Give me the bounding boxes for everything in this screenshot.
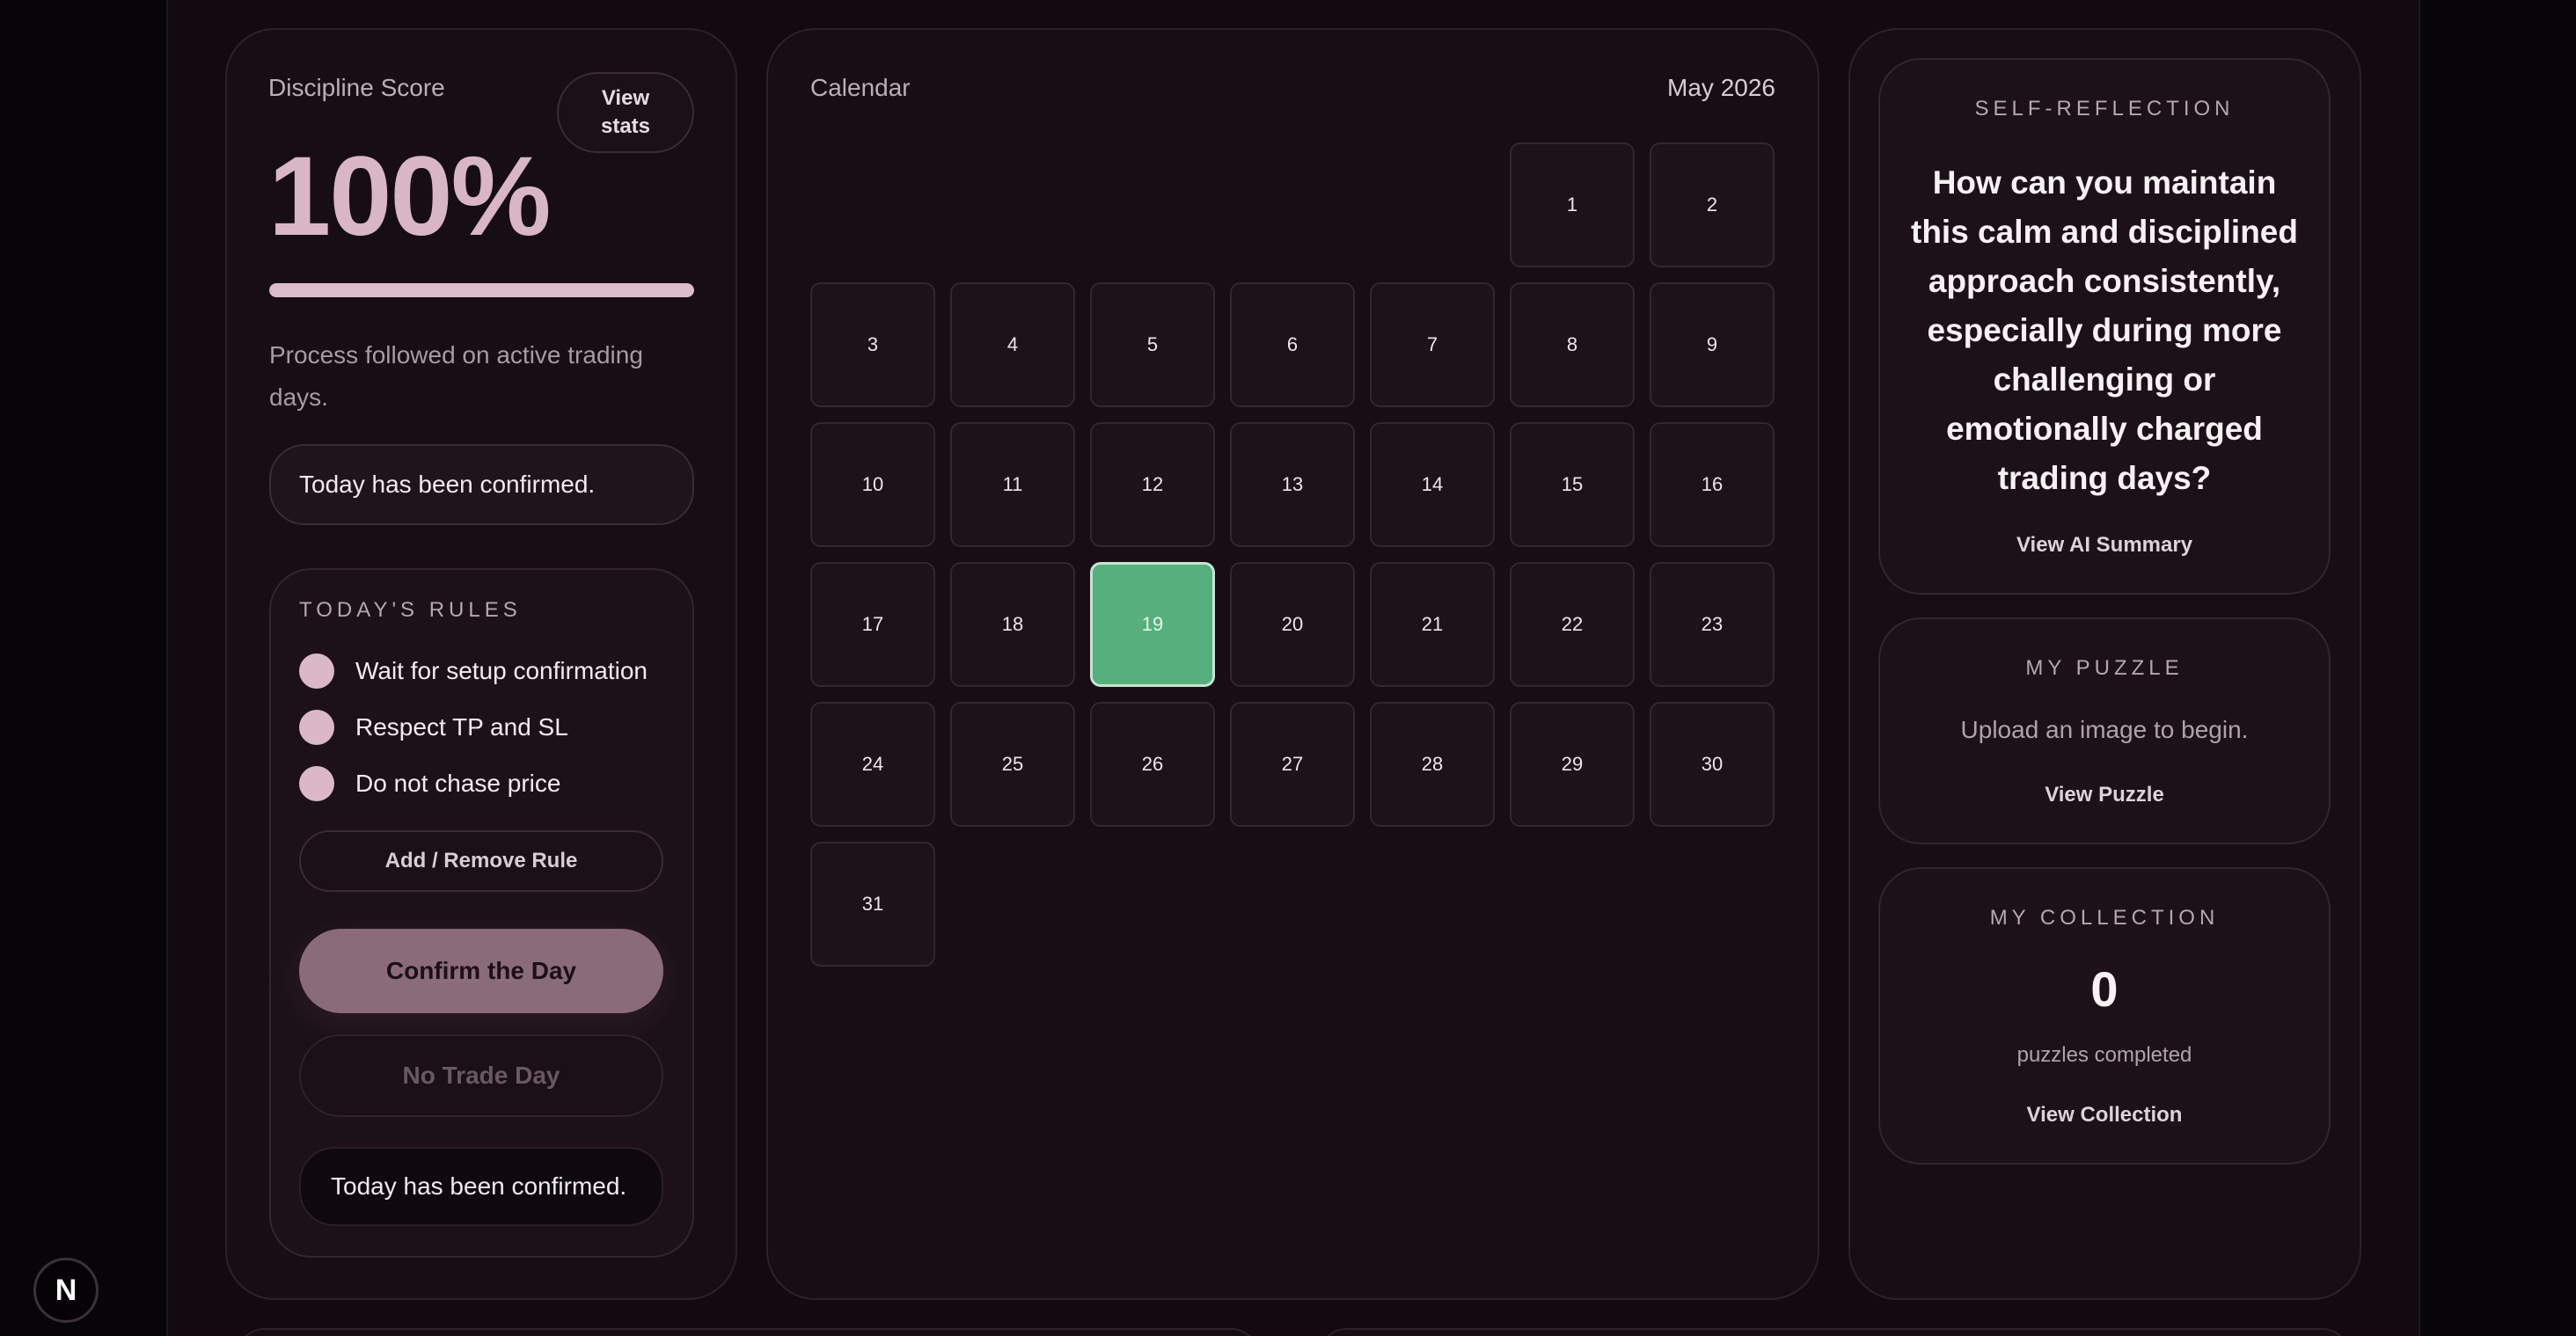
- rule-label: Respect TP and SL: [355, 713, 568, 741]
- calendar-day-today[interactable]: 19: [1090, 562, 1215, 687]
- calendar-day[interactable]: 8: [1510, 282, 1635, 407]
- calendar-day[interactable]: 12: [1090, 422, 1215, 547]
- rules-status-box: Today has been confirmed.: [299, 1147, 663, 1226]
- my-puzzle-title: MY PUZZLE: [2025, 656, 2184, 680]
- view-stats-button[interactable]: View stats: [557, 72, 694, 153]
- view-collection-link[interactable]: View Collection: [1878, 1103, 2331, 1128]
- calendar-day[interactable]: 30: [1650, 702, 1775, 827]
- calendar-day[interactable]: 7: [1370, 282, 1495, 407]
- process-description: Process followed on active trading days.: [269, 341, 643, 411]
- view-stats-label: View stats: [600, 86, 651, 138]
- calendar-day[interactable]: 4: [950, 282, 1075, 407]
- collection-count-label: puzzles completed: [2016, 1043, 2192, 1067]
- calendar-day[interactable]: 2: [1650, 142, 1775, 267]
- discipline-progress-bar: [269, 283, 694, 297]
- confirm-day-button[interactable]: Confirm the Day: [299, 929, 663, 1013]
- puzzle-upload-message: Upload an image to begin.: [1960, 716, 2249, 743]
- todays-rules-title: TODAY'S RULES: [299, 598, 522, 622]
- calendar-day[interactable]: 26: [1090, 702, 1215, 827]
- rule-item[interactable]: Respect TP and SL: [299, 710, 568, 745]
- add-remove-rule-button[interactable]: Add / Remove Rule: [299, 830, 663, 892]
- calendar-day[interactable]: 21: [1370, 562, 1495, 687]
- calendar-day[interactable]: 16: [1650, 422, 1775, 547]
- my-collection-title: MY COLLECTION: [1989, 906, 2220, 930]
- confirmed-status-box: Today has been confirmed.: [269, 444, 694, 525]
- calendar-day[interactable]: 29: [1510, 702, 1635, 827]
- view-ai-summary-link[interactable]: View AI Summary: [1878, 533, 2331, 558]
- rule-label: Wait for setup confirmation: [355, 657, 648, 684]
- confirmed-status-text: Today has been confirmed.: [299, 471, 596, 498]
- calendar-day[interactable]: 17: [810, 562, 935, 687]
- calendar-day[interactable]: 23: [1650, 562, 1775, 687]
- calendar-day[interactable]: 27: [1230, 702, 1355, 827]
- calendar-day[interactable]: 14: [1370, 422, 1495, 547]
- discipline-score-value: 100%: [268, 134, 551, 259]
- calendar-month: May 2026: [1667, 74, 1775, 101]
- discipline-score-title: Discipline Score: [268, 74, 445, 101]
- reflection-question: How can you maintain this calm and disci…: [1911, 164, 2298, 496]
- calendar-day[interactable]: 6: [1230, 282, 1355, 407]
- calendar-day[interactable]: 15: [1510, 422, 1635, 547]
- calendar-day[interactable]: 9: [1650, 282, 1775, 407]
- rules-status-text: Today has been confirmed.: [331, 1172, 627, 1200]
- calendar-day[interactable]: 3: [810, 282, 935, 407]
- collection-count: 0: [2090, 961, 2119, 1017]
- calendar-day[interactable]: 5: [1090, 282, 1215, 407]
- calendar-day[interactable]: 1: [1510, 142, 1635, 267]
- bottom-card-left: [238, 1328, 1258, 1336]
- self-reflection-title: SELF-REFLECTION: [1974, 97, 2235, 120]
- calendar-title: Calendar: [810, 74, 911, 101]
- calendar-day[interactable]: 18: [950, 562, 1075, 687]
- calendar-day[interactable]: 24: [810, 702, 935, 827]
- rule-item[interactable]: Do not chase price: [299, 766, 560, 801]
- rule-checkbox-icon[interactable]: [299, 710, 334, 745]
- calendar-day[interactable]: 25: [950, 702, 1075, 827]
- rule-checkbox-icon[interactable]: [299, 653, 334, 689]
- rule-item[interactable]: Wait for setup confirmation: [299, 653, 648, 689]
- view-puzzle-link[interactable]: View Puzzle: [1878, 783, 2331, 807]
- calendar-day[interactable]: 31: [810, 842, 935, 967]
- calendar-day[interactable]: 22: [1510, 562, 1635, 687]
- rule-label: Do not chase price: [355, 770, 561, 797]
- rule-checkbox-icon[interactable]: [299, 766, 334, 801]
- calendar-day[interactable]: 28: [1370, 702, 1495, 827]
- bottom-card-right: [1320, 1328, 2349, 1336]
- calendar-day[interactable]: 10: [810, 422, 935, 547]
- calendar-day[interactable]: 13: [1230, 422, 1355, 547]
- nextjs-logo-icon[interactable]: N: [33, 1258, 99, 1323]
- calendar-day[interactable]: 20: [1230, 562, 1355, 687]
- no-trade-day-button[interactable]: No Trade Day: [299, 1034, 663, 1117]
- discipline-progress-fill: [269, 283, 694, 297]
- calendar-day[interactable]: 11: [950, 422, 1075, 547]
